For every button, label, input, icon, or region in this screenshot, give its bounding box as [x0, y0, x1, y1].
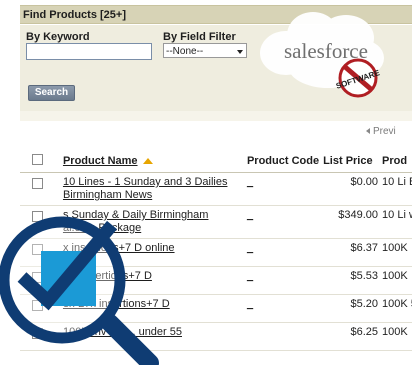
product-link[interactable]: 10 Lines - 1 Sunday and 3 Dailies Birmin… — [63, 176, 243, 202]
product-desc-header[interactable]: Prod — [380, 150, 412, 173]
list-price: $5.20 — [321, 294, 381, 323]
keyword-input[interactable] — [26, 43, 152, 60]
list-price: $6.37 — [321, 238, 381, 267]
product-code: _ — [244, 294, 322, 323]
product-code: _ — [244, 205, 322, 239]
field-filter-value: --None-- — [166, 46, 204, 57]
product-name-header[interactable]: Product Name — [60, 150, 245, 173]
product-desc: 10 Li Birmi — [380, 172, 412, 206]
previous-label: Previ — [373, 126, 396, 137]
list-price: $5.53 — [321, 266, 381, 295]
product-desc: 100K — [380, 266, 412, 295]
list-price: $0.00 — [321, 172, 381, 206]
row-checkbox[interactable] — [32, 178, 43, 189]
field-filter-select[interactable]: --None-- — [163, 43, 247, 58]
list-price: $349.00 — [321, 205, 381, 239]
salesforce-logo: salesforce SOFTWARE — [260, 12, 384, 98]
product-code: _ — [244, 172, 322, 206]
separator — [20, 111, 412, 121]
sort-ascending-icon — [142, 158, 153, 165]
product-desc: 10 Li with a — [380, 205, 412, 239]
product-code — [244, 322, 322, 351]
product-code: _ — [244, 238, 322, 267]
select-all-header — [20, 150, 61, 173]
product-code: _ — [244, 266, 322, 295]
list-price: $6.25 — [321, 322, 381, 351]
previous-arrow-icon — [366, 128, 370, 135]
previous-page-link[interactable]: Previ — [366, 126, 396, 137]
field-filter-label: By Field Filter — [163, 31, 236, 43]
product-code-header[interactable]: Product Code — [244, 150, 322, 173]
product-desc: 100K 5.20 — [380, 294, 412, 323]
table-row: 10 Lines - 1 Sunday and 3 Dailies Birmin… — [20, 172, 412, 206]
list-price-header[interactable]: List Price — [321, 150, 381, 173]
dropdown-arrow-icon — [237, 50, 243, 54]
product-desc: 100K — [380, 238, 412, 267]
select-all-checkbox[interactable] — [32, 154, 43, 165]
search-button[interactable]: Search — [28, 85, 75, 101]
keyword-label: By Keyword — [26, 31, 90, 43]
table-header-row: Product Name Product Code List Price Pro… — [20, 150, 412, 173]
magnifier-check-icon — [0, 216, 159, 365]
product-name-header-label: Product Name — [62, 155, 138, 167]
product-desc: 100K — [380, 322, 412, 351]
